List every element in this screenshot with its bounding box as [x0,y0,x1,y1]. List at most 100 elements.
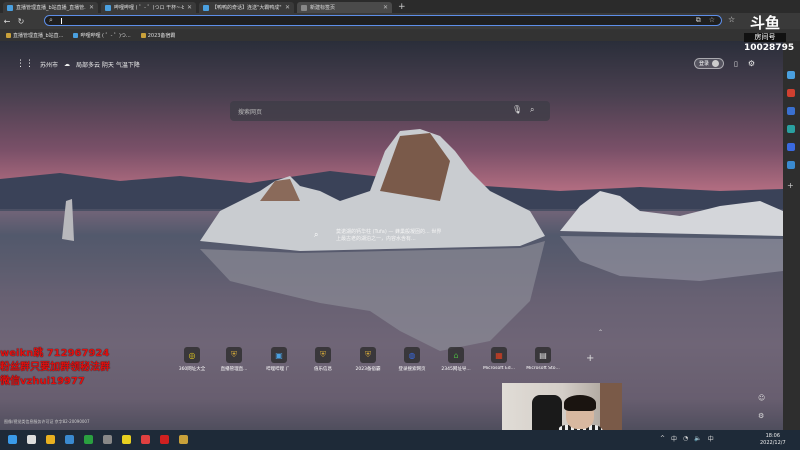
wechat-icon[interactable] [84,435,93,444]
sidebar-outlook-icon[interactable] [787,143,795,151]
close-icon[interactable]: ✕ [187,4,192,11]
volume-icon[interactable]: 🔈 [694,435,701,442]
bookmark-item[interactable]: 2023备宿霸 [140,32,175,39]
promo-line: 粉丝群只要加群领秘法群 [0,362,110,373]
shortcut-tile[interactable]: ▦ Microsoft Ed... [478,347,520,371]
shortcut-tile[interactable]: ▣ 哔哩哔哩 (゜ [258,347,300,372]
gear-icon[interactable]: ⚙ [748,59,755,68]
shield-icon: ⛨ [315,347,331,363]
phone-icon[interactable]: ▯ [734,60,738,68]
new-tab-button[interactable]: + [398,2,406,12]
tab-favicon-icon [203,4,209,11]
shortcut-tile[interactable]: ▤ Microsoft Sto... [522,347,564,371]
weather-text[interactable]: 局部多云 阴天 气温下降 [76,60,140,69]
bookmarks-bar: 直播管理直播_b站直... 哔哩哔哩 ( ゜- ゜)つ... 2023备宿霸 [0,29,800,41]
close-icon[interactable]: ✕ [89,4,94,11]
bookmark-icon [140,32,146,38]
refresh-icon[interactable]: ↻ [14,17,28,26]
location-text[interactable]: 苏州市 [40,60,58,69]
bookmark-icon [6,32,11,38]
shortcut-tile[interactable]: ⌂ 2345网址导... [435,347,477,372]
shortcut-label: 2023备宿霸 [355,367,381,372]
app-icon[interactable] [103,435,112,444]
shortcut-label: 值乐信息 [314,367,332,372]
shortcut-tile[interactable]: ⛨ 值乐信息 [302,347,344,372]
sidebar-office-icon[interactable] [787,161,795,169]
sidebar-games-icon[interactable] [787,125,795,133]
search-icon[interactable]: ⌕ [530,105,534,115]
login-button[interactable]: 登录 [694,58,725,69]
edge-icon[interactable] [65,435,74,444]
promo-line: 微信vzhui19977 [0,376,85,387]
sidebar-shopping-icon[interactable] [787,107,795,115]
close-icon[interactable]: ✕ [285,4,290,11]
ntp-bottom-tools: ☺ ⚙ [758,394,765,420]
shortcut-label: 登录搜索网页 [398,367,426,372]
app-icon[interactable] [160,435,169,444]
app-icon[interactable] [141,435,150,444]
add-shortcut-button[interactable]: + [586,353,594,364]
browser-tab[interactable]: 哔哩哔哩 ( ゜- ゜)つロ 干杯~-bili... ✕ [101,2,196,13]
app-icon[interactable] [179,435,188,444]
browser-tab[interactable]: 直播管理直播_b站直播_直播管... ✕ [3,2,98,13]
new-tab-page: ⋮⋮ 苏州市 ☁ 局部多云 阴天 气温下降 登录 ▯ ⚙ 搜索网页 🎙 ⌕ ⌕ … [0,41,783,430]
network-icon[interactable]: ◔ [683,435,688,442]
shortcut-tile[interactable]: ◎ 360网址大全 [171,347,213,372]
task-view-icon[interactable] [27,435,36,444]
stream-room-badge: 斗鱼 房间号 10028795 [744,14,794,58]
avatar [712,60,720,67]
chevron-up-icon[interactable]: ⌃ [598,329,603,336]
ime-icon[interactable]: 中 [708,434,714,443]
weather-icon: ☁ [64,60,71,68]
ntp-location-bar: ⋮⋮ 苏州市 ☁ 局部多云 阴天 气温下降 [16,59,140,69]
360-icon: ◎ [184,347,200,363]
shortcut-tile[interactable]: ⛨ 2023备宿霸 [347,347,389,372]
shortcut-tile[interactable]: ◍ 登录搜索网页 [391,347,433,372]
bookmark-item[interactable]: 哔哩哔哩 ( ゜- ゜)つ... [73,32,131,39]
tab-strip: 直播管理直播_b站直播_直播管... ✕ 哔哩哔哩 ( ゜- ゜)つロ 干杯~-… [0,0,800,13]
sidebar-tools-icon[interactable] [787,89,795,97]
screenshot-icon[interactable]: ⧉ [696,16,701,25]
app-icon[interactable] [122,435,131,444]
stream-logo: 斗鱼 [749,14,780,32]
feedback-icon[interactable]: ☺ [758,394,765,402]
bookmark-item[interactable]: 直播管理直播_b站直... [6,32,63,39]
tab-label: 直播管理直播_b站直播_直播管... [16,5,86,11]
tab-favicon-icon [301,4,307,11]
text-caret [61,18,62,24]
favorites-icon[interactable]: ☆ [728,15,735,24]
tab-label: 哔哩哔哩 ( ゜- ゜)つロ 干杯~-bili... [114,5,184,11]
shield-icon: ⛨ [226,347,242,363]
back-icon[interactable]: ← [0,17,14,26]
browser-tab-active[interactable]: 新建标签页 ✕ [297,2,392,13]
tab-favicon-icon [105,4,111,11]
shortcut-tile[interactable]: ⛨ 直播管理直... [213,347,255,372]
image-caption[interactable]: ⌕ 莫诺湖的钙华柱 (Tufa) — 蜂巢般凝固的... 世界上最古老的湖泊之一… [314,225,441,255]
browser-tab[interactable]: 【鸭鸭的奇话】连送"大霸鸭成"... ✕ [199,2,294,13]
promo-line: weikn跳 712967924 [0,348,110,359]
caption-text: 莫诺湖的钙华柱 (Tufa) — 蜂巢般凝固的... 世界上最古老的湖泊之一，内… [336,229,442,242]
browser-sidebar: + [783,41,800,430]
shortcut-label: Microsoft Sto... [526,366,560,371]
close-icon[interactable]: ✕ [383,4,388,11]
room-label: 房间号 [744,33,786,42]
tray-expand-icon[interactable]: ^ [660,435,665,442]
shortcut-label: 直播管理直... [220,367,248,372]
file-explorer-icon[interactable] [46,435,55,444]
settings-icon[interactable]: ⚙ [758,412,765,420]
favorite-star-icon[interactable]: ☆ [709,16,715,25]
address-bar[interactable]: ⌕ ⧉ ☆ [44,15,722,26]
start-icon[interactable] [8,435,17,444]
ntp-account-bar: 登录 ▯ ⚙ [694,58,755,69]
apps-grid-icon[interactable]: ⋮⋮ [16,59,34,69]
search-input[interactable]: 搜索网页 🎙 ⌕ [230,101,550,121]
streamer-hair [564,395,596,411]
globe-icon: ◍ [404,347,420,363]
sidebar-add-icon[interactable]: + [787,181,795,190]
microphone-icon[interactable]: 🎙 [512,105,522,114]
taskbar-clock[interactable]: 18:06 2022/12/7 [760,433,786,447]
search-icon: ⌕ [314,230,319,239]
sidebar-search-icon[interactable] [787,71,795,79]
clock-time: 18:06 [765,433,781,439]
ime-icon[interactable]: 中 [671,434,677,443]
